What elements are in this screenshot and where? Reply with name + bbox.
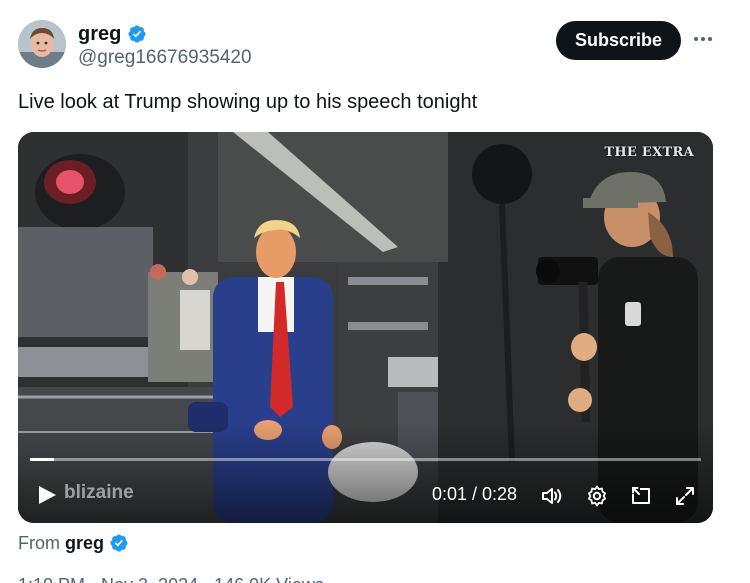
verified-badge-icon (110, 534, 128, 552)
from-label: From (18, 533, 60, 553)
avatar[interactable] (18, 20, 66, 68)
source-author-name[interactable]: greg (65, 532, 104, 554)
tweet-post: greg @greg16676935420 Subscribe Live loo… (0, 0, 750, 583)
author-handle[interactable]: @greg16676935420 (78, 47, 252, 69)
fullscreen-icon[interactable] (673, 484, 697, 508)
watermark-blizaine: blizaine (64, 482, 134, 503)
subscribe-button[interactable]: Subscribe (556, 21, 681, 60)
tweet-timestamp[interactable]: 1:10 PM · Nov 3, 2024 · 146.9K Views (18, 574, 324, 583)
video-frame (18, 132, 713, 523)
tweet-text: Live look at Trump showing up to his spe… (18, 91, 478, 113)
verified-badge-icon (128, 25, 146, 43)
watermark-the-extra: THE EXTRA (604, 145, 694, 160)
source-attribution: From greg (18, 532, 129, 554)
author-name-row[interactable]: greg (78, 22, 147, 46)
more-horizontal-icon[interactable] (692, 28, 714, 50)
play-icon[interactable] (36, 484, 58, 506)
avatar-image (18, 20, 66, 68)
settings-icon[interactable] (585, 484, 609, 508)
video-progress-bar[interactable] (30, 458, 701, 461)
video-progress-fill (30, 458, 55, 461)
volume-icon[interactable] (540, 484, 564, 508)
pip-icon[interactable] (629, 484, 653, 508)
video-time-display: 0:01 / 0:28 (432, 484, 518, 504)
video-player[interactable]: THE EXTRA blizaine 0:01 / 0:28 (18, 132, 713, 523)
author-display-name[interactable]: greg (78, 22, 121, 46)
